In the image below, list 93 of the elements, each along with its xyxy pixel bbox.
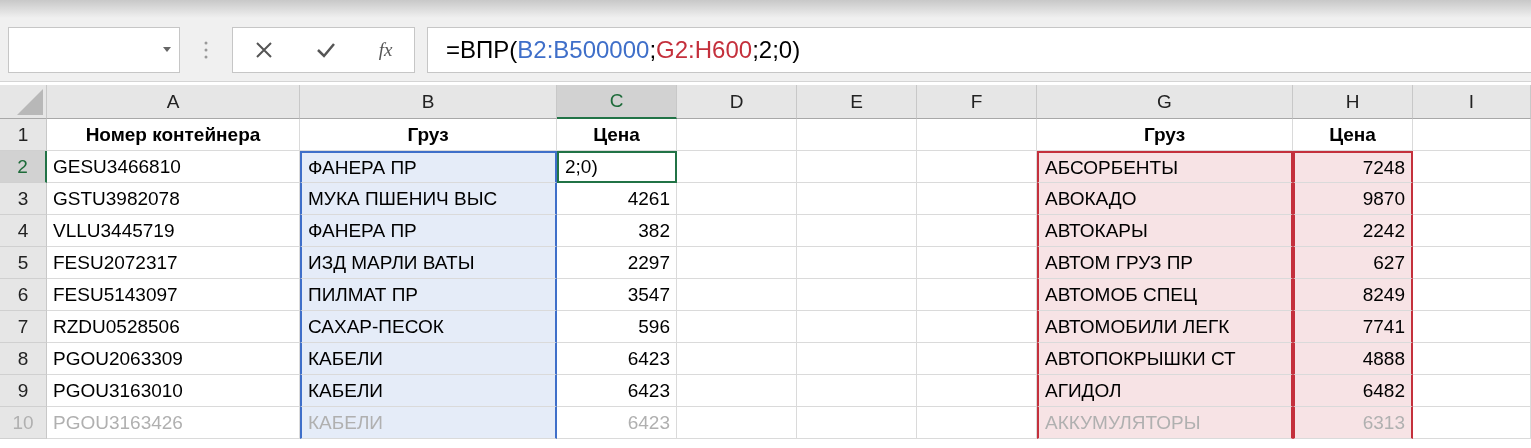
- table-cell[interactable]: Груз: [1037, 119, 1293, 151]
- table-cell[interactable]: PGOU2063309: [47, 343, 300, 375]
- name-box[interactable]: [8, 26, 180, 73]
- table-cell[interactable]: Цена: [1293, 119, 1413, 151]
- row-header[interactable]: 1: [0, 119, 47, 151]
- table-cell[interactable]: АВТОМОБ СПЕЦ: [1037, 279, 1293, 311]
- table-cell[interactable]: АБСОРБЕНТЫ: [1037, 151, 1293, 183]
- empty-cell[interactable]: [797, 375, 917, 407]
- column-header[interactable]: I: [1413, 85, 1531, 119]
- empty-cell[interactable]: [797, 343, 917, 375]
- caret-icon: [163, 47, 171, 52]
- table-cell[interactable]: АВОКАДО: [1037, 183, 1293, 215]
- table-cell[interactable]: 3547: [557, 279, 677, 311]
- function-button[interactable]: fx: [378, 38, 393, 61]
- row-header[interactable]: 3: [0, 183, 47, 215]
- close-icon[interactable]: [254, 40, 273, 59]
- empty-cell[interactable]: [917, 119, 1037, 151]
- table-cell[interactable]: 627: [1293, 247, 1413, 279]
- empty-cell[interactable]: [677, 311, 797, 343]
- table-cell[interactable]: АВТОКАРЫ: [1037, 215, 1293, 247]
- table-cell[interactable]: 6482: [1293, 375, 1413, 407]
- select-all-icon[interactable]: [17, 89, 43, 115]
- column-header[interactable]: E: [797, 85, 917, 119]
- empty-cell[interactable]: [677, 151, 797, 183]
- empty-cell[interactable]: [677, 375, 797, 407]
- empty-cell[interactable]: [797, 119, 917, 151]
- table-cell[interactable]: АВТОМОБИЛИ ЛЕГК: [1037, 311, 1293, 343]
- empty-cell[interactable]: [677, 183, 797, 215]
- table-cell[interactable]: 7741: [1293, 311, 1413, 343]
- empty-cell[interactable]: [797, 279, 917, 311]
- table-cell[interactable]: АГИДОЛ: [1037, 375, 1293, 407]
- row-header[interactable]: 8: [0, 343, 47, 375]
- column-header[interactable]: D: [677, 85, 797, 119]
- table-cell[interactable]: ИЗД МАРЛИ ВАТЫ: [300, 247, 557, 279]
- table-cell[interactable]: 8249: [1293, 279, 1413, 311]
- table-cell[interactable]: ФАНЕРА ПР: [300, 151, 557, 183]
- empty-cell[interactable]: [677, 119, 797, 151]
- row-header[interactable]: 5: [0, 247, 47, 279]
- empty-cell[interactable]: [797, 183, 917, 215]
- table-cell[interactable]: Груз: [300, 119, 557, 151]
- row-header[interactable]: 4: [0, 215, 47, 247]
- table-cell[interactable]: САХАР-ПЕСОК: [300, 311, 557, 343]
- check-icon[interactable]: [315, 41, 336, 58]
- empty-cell[interactable]: [677, 279, 797, 311]
- column-header[interactable]: H: [1293, 85, 1413, 119]
- table-cell[interactable]: 382: [557, 215, 677, 247]
- table-cell[interactable]: МУКА ПШЕНИЧ ВЫС: [300, 183, 557, 215]
- table-cell[interactable]: 6423: [557, 343, 677, 375]
- empty-cell[interactable]: [797, 311, 917, 343]
- column-header[interactable]: F: [917, 85, 1037, 119]
- table-cell[interactable]: Цена: [557, 119, 677, 151]
- table-cell[interactable]: 7248: [1293, 151, 1413, 183]
- table-cell[interactable]: 6423: [557, 375, 677, 407]
- formula-field[interactable]: =ВПР(B2:B500000;G2:H600;2;0): [427, 26, 1531, 73]
- empty-cell[interactable]: [677, 343, 797, 375]
- table-cell[interactable]: FESU2072317: [47, 247, 300, 279]
- table-cell[interactable]: 4888: [1293, 343, 1413, 375]
- empty-cell[interactable]: [797, 215, 917, 247]
- table-cell[interactable]: RZDU0528506: [47, 311, 300, 343]
- table-cell[interactable]: ПИЛМАТ ПР: [300, 279, 557, 311]
- table-cell[interactable]: GESU3466810: [47, 151, 300, 183]
- table-cell[interactable]: КАБЕЛИ: [300, 375, 557, 407]
- empty-cell[interactable]: [677, 247, 797, 279]
- empty-cell[interactable]: [797, 151, 917, 183]
- empty-cell[interactable]: [797, 407, 917, 439]
- table-cell[interactable]: 2242: [1293, 215, 1413, 247]
- table-cell[interactable]: 9870: [1293, 183, 1413, 215]
- table-cell[interactable]: Номер контейнера: [47, 119, 300, 151]
- row-header[interactable]: 6: [0, 279, 47, 311]
- column-header[interactable]: C: [557, 85, 677, 119]
- row-header[interactable]: 7: [0, 311, 47, 343]
- column-header[interactable]: B: [300, 85, 557, 119]
- table-cell[interactable]: 4261: [557, 183, 677, 215]
- empty-cell[interactable]: [797, 247, 917, 279]
- column-header[interactable]: G: [1037, 85, 1293, 119]
- row-header[interactable]: 9: [0, 375, 47, 407]
- empty-cell[interactable]: [1413, 119, 1531, 151]
- table-cell[interactable]: 596: [557, 311, 677, 343]
- row-header[interactable]: 2: [0, 151, 47, 183]
- table-cell[interactable]: КАБЕЛИ: [300, 343, 557, 375]
- active-cell[interactable]: 2;0): [557, 151, 677, 183]
- empty-cell[interactable]: [677, 407, 797, 439]
- column-header[interactable]: A: [47, 85, 300, 119]
- table-cell[interactable]: 2297: [557, 247, 677, 279]
- table-cell[interactable]: PGOU3163010: [47, 375, 300, 407]
- drag-handle-icon[interactable]: [204, 39, 208, 60]
- table-cell[interactable]: VLLU3445719: [47, 215, 300, 247]
- table-cell[interactable]: АВТОПОКРЫШКИ СТ: [1037, 343, 1293, 375]
- table-cell[interactable]: ФАНЕРА ПР: [300, 215, 557, 247]
- table-cell[interactable]: GSTU3982078: [47, 183, 300, 215]
- table-cell[interactable]: FESU5143097: [47, 279, 300, 311]
- empty-cell[interactable]: [677, 215, 797, 247]
- table-cell[interactable]: АВТОМ ГРУЗ ПР: [1037, 247, 1293, 279]
